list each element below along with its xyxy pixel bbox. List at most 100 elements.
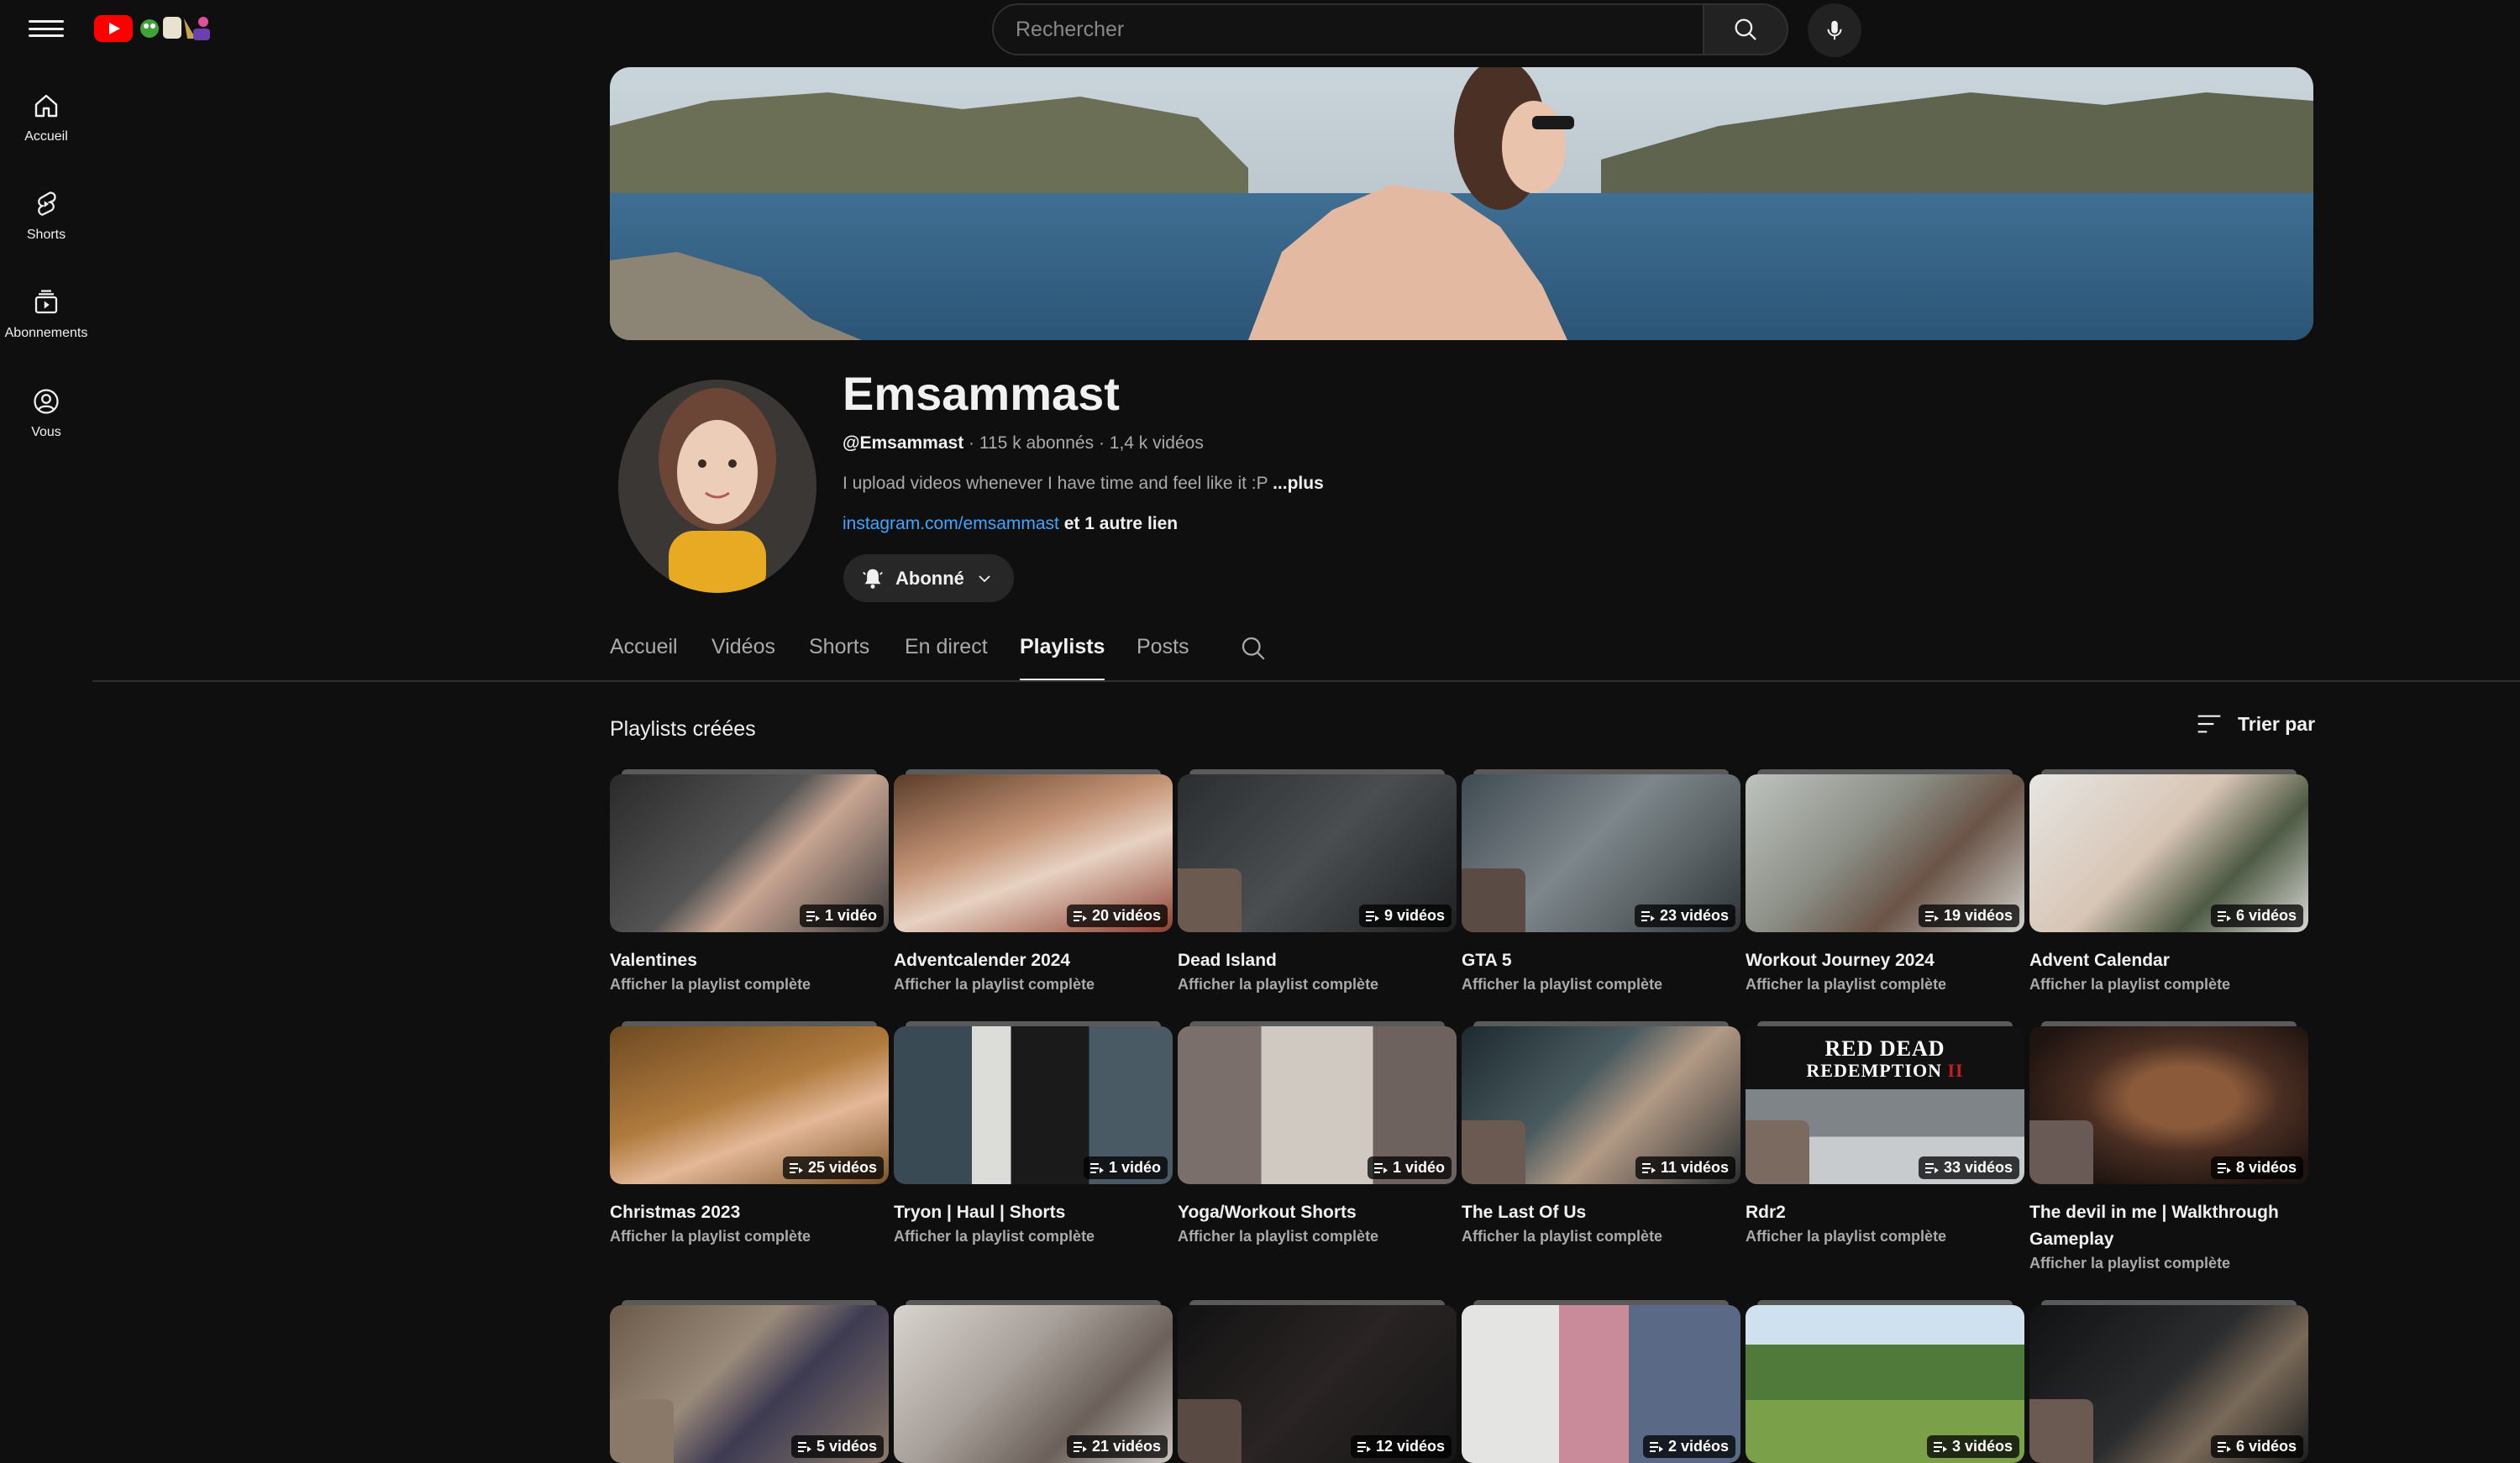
playlist-card[interactable]: 6 vidéos	[2029, 1300, 2308, 1463]
tab-playlists[interactable]: Playlists	[1020, 635, 1105, 682]
playlist-thumbnail[interactable]: 8 vidéos	[2029, 1021, 2308, 1184]
tab-live[interactable]: En direct	[905, 635, 988, 679]
sidebar-item-shorts[interactable]: Shorts	[0, 189, 92, 243]
playlist-thumbnail[interactable]: 11 vidéos	[1462, 1021, 1740, 1184]
view-full-playlist-link[interactable]: Afficher la playlist complète	[610, 1228, 889, 1245]
playlist-title[interactable]: Valentines	[610, 947, 889, 974]
video-count-badge: 6 vidéos	[2210, 905, 2303, 927]
sidebar-item-you[interactable]: Vous	[0, 386, 92, 440]
view-full-playlist-link[interactable]: Afficher la playlist complète	[1462, 1228, 1740, 1245]
sidebar-item-label: Vous	[31, 425, 61, 439]
microphone-icon	[1827, 20, 1842, 40]
view-full-playlist-link[interactable]: Afficher la playlist complète	[894, 1228, 1173, 1245]
tab-posts[interactable]: Posts	[1137, 635, 1189, 679]
playlist-title[interactable]: Yoga/Workout Shorts	[1178, 1199, 1457, 1226]
playlist-icon	[1073, 1441, 1087, 1452]
voice-search-button[interactable]	[1808, 3, 1861, 57]
playlist-title[interactable]: The devil in me | Walkthrough Gameplay	[2029, 1199, 2308, 1253]
search-button[interactable]	[1704, 3, 1788, 55]
playlist-thumbnail[interactable]: 12 vidéos	[1178, 1300, 1457, 1463]
playlist-card[interactable]: 9 vidéos Dead Island Afficher la playlis…	[1178, 769, 1457, 994]
playlist-thumbnail[interactable]: 23 vidéos	[1462, 769, 1740, 932]
playlist-title[interactable]: GTA 5	[1462, 947, 1740, 974]
sidebar-item-subscriptions[interactable]: Abonnements	[0, 287, 92, 341]
playlist-thumbnail[interactable]: 6 vidéos	[2029, 1300, 2308, 1463]
instagram-link[interactable]: instagram.com/emsammast	[843, 514, 1059, 533]
channel-stats: · 115 k abonnés · 1,4 k vidéos	[963, 433, 1204, 453]
sort-button[interactable]: Trier par	[2196, 712, 2315, 736]
playlist-card[interactable]: 8 vidéos The devil in me | Walkthrough G…	[2029, 1021, 2308, 1272]
sort-label: Trier par	[2238, 712, 2316, 735]
playlist-thumbnail[interactable]: 1 vidéo	[894, 1021, 1173, 1184]
playlist-card[interactable]: 21 vidéos	[894, 1300, 1173, 1463]
view-full-playlist-link[interactable]: Afficher la playlist complète	[610, 976, 889, 994]
other-links[interactable]: et 1 autre lien	[1059, 514, 1178, 533]
playlist-thumbnail[interactable]: 25 vidéos	[610, 1021, 889, 1184]
tab-shorts[interactable]: Shorts	[809, 635, 869, 679]
playlist-card[interactable]: 1 vidéo Yoga/Workout Shorts Afficher la …	[1178, 1021, 1457, 1245]
playlist-title[interactable]: The Last Of Us	[1462, 1199, 1740, 1226]
playlist-title[interactable]: Workout Journey 2024	[1746, 947, 2024, 974]
playlist-card[interactable]: 2 vidéos	[1462, 1300, 1740, 1463]
youtube-doodle-logo[interactable]	[138, 10, 213, 44]
playlist-icon	[1924, 910, 1939, 921]
sidebar-item-home[interactable]: Accueil	[0, 91, 92, 144]
menu-icon[interactable]	[29, 15, 64, 42]
playlist-card[interactable]: 11 vidéos The Last Of Us Afficher la pla…	[1462, 1021, 1740, 1245]
playlist-card[interactable]: 1 vidéo Valentines Afficher la playlist …	[610, 769, 889, 994]
shorts-icon	[38, 191, 56, 216]
playlist-thumbnail[interactable]: 1 vidéo	[1178, 1021, 1457, 1184]
playlist-card[interactable]: RED DEAD REDEMPTION II 33 vidéos Rdr2 Af…	[1746, 1021, 2024, 1245]
search-icon	[1242, 637, 1265, 660]
playlist-card[interactable]: 1 vidéo Tryon | Haul | Shorts Afficher l…	[894, 1021, 1173, 1245]
view-full-playlist-link[interactable]: Afficher la playlist complète	[1178, 1228, 1457, 1245]
playlist-thumbnail[interactable]: 5 vidéos	[610, 1300, 889, 1463]
chevron-down-icon	[979, 574, 990, 582]
playlist-thumbnail[interactable]: 2 vidéos	[1462, 1300, 1740, 1463]
playlist-thumbnail[interactable]: 3 vidéos	[1746, 1300, 2024, 1463]
playlist-icon	[2217, 910, 2231, 921]
playlist-card[interactable]: 12 vidéos	[1178, 1300, 1457, 1463]
playlist-title[interactable]: Rdr2	[1746, 1199, 2024, 1226]
view-full-playlist-link[interactable]: Afficher la playlist complète	[2029, 1255, 2308, 1272]
description-more-link[interactable]: ...plus	[1273, 474, 1324, 493]
bell-icon	[863, 569, 883, 589]
tab-videos[interactable]: Vidéos	[711, 635, 775, 679]
playlist-card[interactable]: 3 vidéos	[1746, 1300, 2024, 1463]
channel-avatar[interactable]	[618, 380, 816, 593]
playlist-card[interactable]: 23 vidéos GTA 5 Afficher la playlist com…	[1462, 769, 1740, 994]
playlist-title[interactable]: Dead Island	[1178, 947, 1457, 974]
channel-links[interactable]: instagram.com/emsammast et 1 autre lien	[843, 514, 1178, 534]
playlist-thumbnail[interactable]: 6 vidéos	[2029, 769, 2308, 932]
playlist-thumbnail[interactable]: 20 vidéos	[894, 769, 1173, 932]
playlist-thumbnail[interactable]: 19 vidéos	[1746, 769, 2024, 932]
view-full-playlist-link[interactable]: Afficher la playlist complète	[1462, 976, 1740, 994]
playlist-card[interactable]: 6 vidéos Advent Calendar Afficher la pla…	[2029, 769, 2308, 994]
playlist-title[interactable]: Advent Calendar	[2029, 947, 2308, 974]
playlist-thumbnail[interactable]: 9 vidéos	[1178, 769, 1457, 932]
playlist-thumbnail[interactable]: RED DEAD REDEMPTION II 33 vidéos	[1746, 1021, 2024, 1184]
channel-search-button[interactable]	[1238, 633, 1268, 668]
view-full-playlist-link[interactable]: Afficher la playlist complète	[894, 976, 1173, 994]
channel-description[interactable]: I upload videos whenever I have time and…	[843, 474, 1324, 494]
playlist-thumbnail[interactable]: 1 vidéo	[610, 769, 889, 932]
playlist-title[interactable]: Adventcalender 2024	[894, 947, 1173, 974]
subscribed-button[interactable]: Abonné	[843, 554, 1014, 602]
playlist-card[interactable]: 19 vidéos Workout Journey 2024 Afficher …	[1746, 769, 2024, 994]
youtube-logo[interactable]	[94, 15, 133, 42]
playlist-card[interactable]: 5 vidéos	[610, 1300, 889, 1463]
search-field[interactable]	[992, 3, 1704, 55]
playlist-card[interactable]: 25 vidéos Christmas 2023 Afficher la pla…	[610, 1021, 889, 1245]
playlist-thumbnail[interactable]: 21 vidéos	[894, 1300, 1173, 1463]
view-full-playlist-link[interactable]: Afficher la playlist complète	[1746, 1228, 2024, 1245]
playlist-card[interactable]: 20 vidéos Adventcalender 2024 Afficher l…	[894, 769, 1173, 994]
channel-meta: @Emsammast · 115 k abonnés · 1,4 k vidéo…	[843, 433, 1204, 454]
sidebar-item-label: Shorts	[26, 228, 66, 242]
search-input[interactable]	[994, 5, 1693, 54]
view-full-playlist-link[interactable]: Afficher la playlist complète	[1746, 976, 2024, 994]
view-full-playlist-link[interactable]: Afficher la playlist complète	[2029, 976, 2308, 994]
view-full-playlist-link[interactable]: Afficher la playlist complète	[1178, 976, 1457, 994]
playlist-title[interactable]: Tryon | Haul | Shorts	[894, 1199, 1173, 1226]
tab-home[interactable]: Accueil	[610, 635, 678, 679]
playlist-title[interactable]: Christmas 2023	[610, 1199, 889, 1226]
